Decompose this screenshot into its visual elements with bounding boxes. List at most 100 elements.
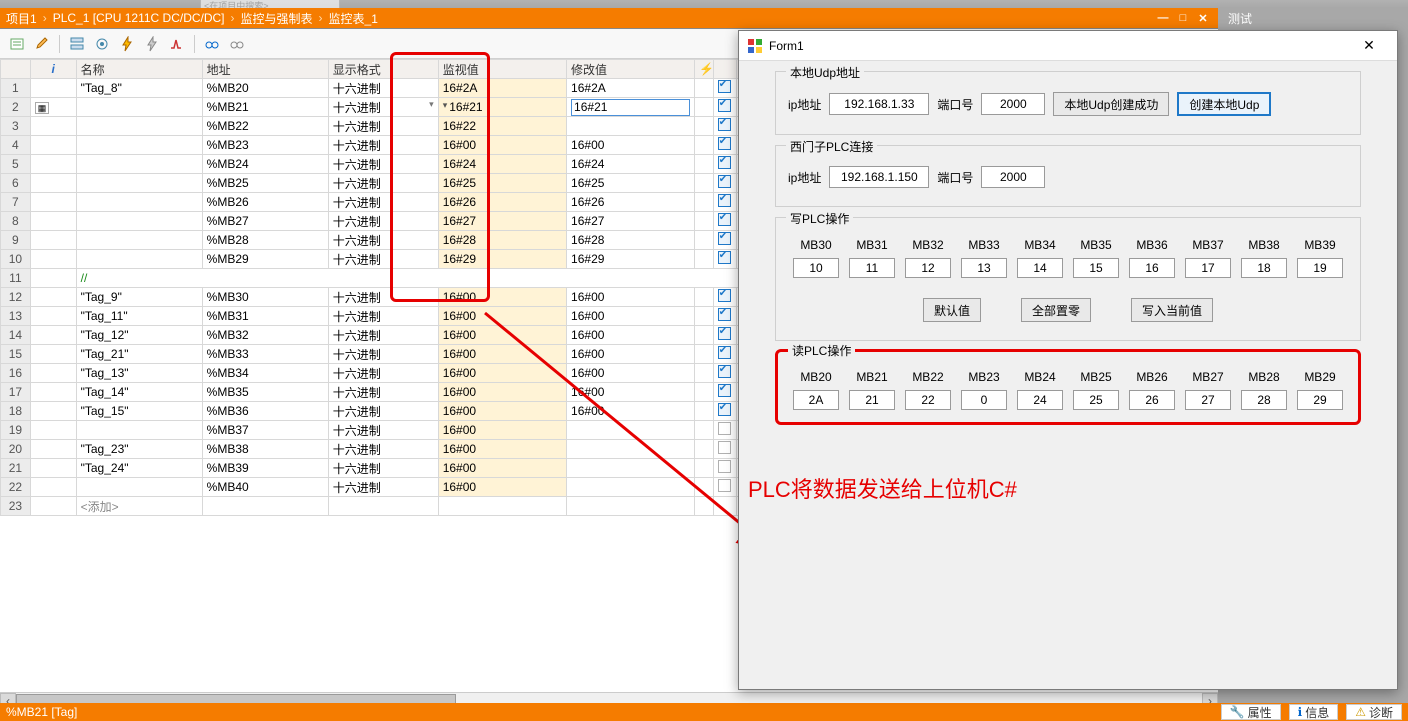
fmt-cell[interactable]: 十六进制	[328, 288, 438, 307]
chk-cell[interactable]	[713, 231, 736, 250]
name-cell[interactable]: "Tag_21"	[76, 345, 202, 364]
write-mb-input[interactable]	[961, 258, 1007, 278]
chk-cell[interactable]	[713, 364, 736, 383]
modval-cell[interactable]: 16#27	[567, 212, 695, 231]
rownum-cell[interactable]: 17	[1, 383, 31, 402]
chk-cell[interactable]	[713, 383, 736, 402]
fmt-cell[interactable]: 十六进制	[328, 383, 438, 402]
name-cell[interactable]	[76, 98, 202, 117]
addr-cell[interactable]: %MB26	[202, 193, 328, 212]
rownum-cell[interactable]: 21	[1, 459, 31, 478]
rownum-cell[interactable]: 14	[1, 326, 31, 345]
col-name[interactable]: 名称	[76, 60, 202, 79]
read-mb-input[interactable]	[849, 390, 895, 410]
addr-cell[interactable]: %MB25	[202, 174, 328, 193]
rownum-cell[interactable]: 15	[1, 345, 31, 364]
modval-cell[interactable]: 16#28	[567, 231, 695, 250]
col-chk[interactable]	[713, 60, 736, 79]
name-cell[interactable]: "Tag_9"	[76, 288, 202, 307]
addr-cell[interactable]: %MB29	[202, 250, 328, 269]
chk-cell[interactable]	[713, 174, 736, 193]
addr-cell[interactable]: %MB35	[202, 383, 328, 402]
modval-cell[interactable]: 16#00	[567, 383, 695, 402]
modval-cell[interactable]	[567, 440, 695, 459]
status-tab-diag[interactable]: ⚠诊断	[1346, 704, 1402, 720]
form1-close-icon[interactable]: ✕	[1349, 37, 1389, 54]
rownum-cell[interactable]: 16	[1, 364, 31, 383]
chk-cell[interactable]	[713, 402, 736, 421]
rownum-cell[interactable]: 11	[1, 269, 31, 288]
modval-cell[interactable]: 16#00	[567, 307, 695, 326]
rownum-cell[interactable]: 10	[1, 250, 31, 269]
chk-cell[interactable]	[713, 478, 736, 497]
write-mb-input[interactable]	[1129, 258, 1175, 278]
chk-cell[interactable]	[713, 155, 736, 174]
write-mb-input[interactable]	[1073, 258, 1119, 278]
rownum-cell[interactable]: 20	[1, 440, 31, 459]
fmt-cell[interactable]: 十六进制	[328, 231, 438, 250]
addr-cell[interactable]: %MB21	[202, 98, 328, 117]
addr-cell[interactable]: %MB32	[202, 326, 328, 345]
modval-cell[interactable]: 16#00	[567, 364, 695, 383]
rownum-cell[interactable]: 12	[1, 288, 31, 307]
rownum-cell[interactable]: 19	[1, 421, 31, 440]
tb-trigger-icon[interactable]	[166, 33, 188, 55]
tb-learn-icon[interactable]	[6, 33, 28, 55]
modval-cell[interactable]: 16#25	[567, 174, 695, 193]
udp-ip-input[interactable]	[829, 93, 929, 115]
write-mb-input[interactable]	[849, 258, 895, 278]
chk-cell[interactable]	[713, 440, 736, 459]
crumb-0[interactable]: 项目1	[6, 10, 37, 27]
name-cell[interactable]	[76, 136, 202, 155]
fmt-cell[interactable]: 十六进制	[328, 174, 438, 193]
addr-cell[interactable]: %MB28	[202, 231, 328, 250]
status-tab-info[interactable]: ℹ信息	[1289, 704, 1339, 720]
plc-ip-input[interactable]	[829, 166, 929, 188]
fmt-cell[interactable]: 十六进制	[328, 421, 438, 440]
name-cell[interactable]	[76, 231, 202, 250]
chk-cell[interactable]	[713, 212, 736, 231]
write-default-button[interactable]: 默认值	[923, 298, 981, 322]
name-cell[interactable]: "Tag_11"	[76, 307, 202, 326]
right-tab-title[interactable]: 测试	[1222, 8, 1258, 28]
modval-cell[interactable]	[567, 98, 695, 117]
addr-cell[interactable]: %MB22	[202, 117, 328, 136]
chk-cell[interactable]	[713, 459, 736, 478]
form1-titlebar[interactable]: Form1 ✕	[739, 31, 1397, 61]
fmt-cell[interactable]: 十六进制	[328, 79, 438, 98]
addr-cell[interactable]: %MB24	[202, 155, 328, 174]
rownum-cell[interactable]: 6	[1, 174, 31, 193]
col-rownum[interactable]	[1, 60, 31, 79]
addr-cell[interactable]: %MB20	[202, 79, 328, 98]
addr-cell[interactable]: %MB40	[202, 478, 328, 497]
chk-cell[interactable]	[713, 79, 736, 98]
name-cell[interactable]	[76, 421, 202, 440]
addr-cell[interactable]: %MB33	[202, 345, 328, 364]
tb-bolt-icon[interactable]	[116, 33, 138, 55]
read-mb-input[interactable]	[1129, 390, 1175, 410]
col-icon[interactable]: i	[30, 60, 76, 79]
fmt-cell[interactable]: 十六进制	[328, 478, 438, 497]
udp-create-button[interactable]: 创建本地Udp	[1177, 92, 1271, 116]
write-mb-input[interactable]	[793, 258, 839, 278]
modval-cell[interactable]	[567, 478, 695, 497]
fmt-cell[interactable]: 十六进制	[328, 117, 438, 136]
status-tab-properties[interactable]: 🔧属性	[1221, 704, 1281, 720]
rownum-cell[interactable]: 22	[1, 478, 31, 497]
modval-cell[interactable]	[567, 117, 695, 136]
rownum-cell[interactable]: 18	[1, 402, 31, 421]
plc-port-input[interactable]	[981, 166, 1045, 188]
col-fmt[interactable]: 显示格式	[328, 60, 438, 79]
write-mb-input[interactable]	[905, 258, 951, 278]
name-cell[interactable]	[76, 193, 202, 212]
modval-input[interactable]	[571, 99, 690, 116]
fmt-cell[interactable]: 十六进制	[328, 459, 438, 478]
modval-cell[interactable]: 16#2A	[567, 79, 695, 98]
col-addr[interactable]: 地址	[202, 60, 328, 79]
col-modval[interactable]: 修改值	[567, 60, 695, 79]
name-cell[interactable]	[76, 478, 202, 497]
rownum-cell[interactable]: 7	[1, 193, 31, 212]
read-mb-input[interactable]	[1017, 390, 1063, 410]
addr-cell[interactable]: %MB36	[202, 402, 328, 421]
chk-cell[interactable]	[713, 345, 736, 364]
